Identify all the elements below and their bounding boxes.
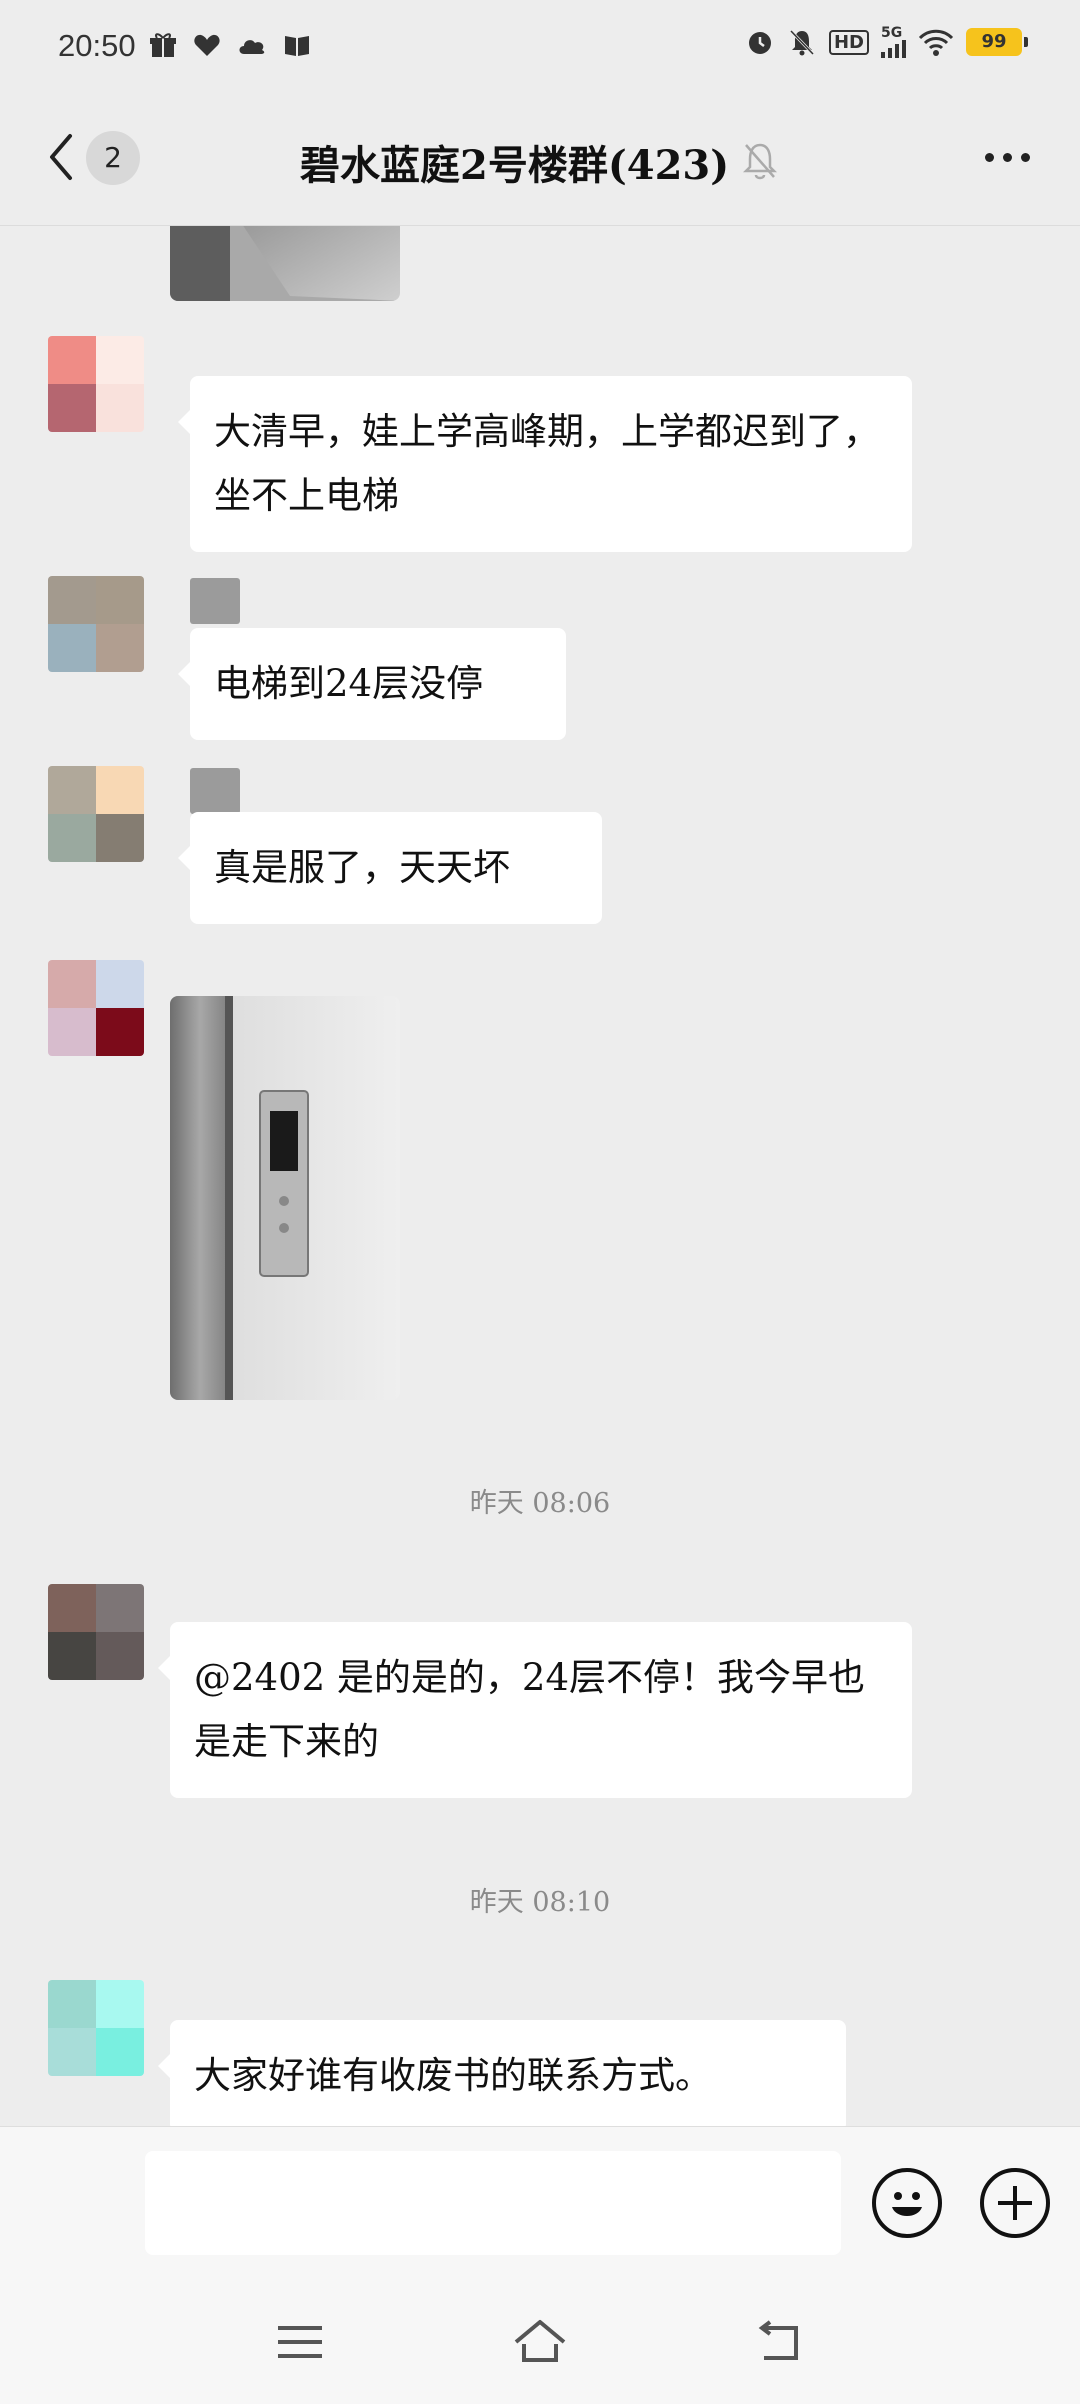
message-bubble[interactable]: 大清早，娃上学高峰期，上学都迟到了，坐不上电梯 xyxy=(178,376,912,552)
timestamp: 昨天 08:06 xyxy=(469,1488,611,1519)
more-icon-dot xyxy=(985,153,994,162)
more-options-button[interactable] xyxy=(985,153,1030,162)
bell-off-icon xyxy=(742,143,778,180)
message-bubble[interactable]: 大家好谁有收废书的联系方式。 xyxy=(158,2020,846,2126)
message-bubble[interactable]: 真是服了，天天坏 xyxy=(178,812,602,924)
hd-badge: HD xyxy=(828,29,869,55)
mute-bell-icon xyxy=(789,29,815,56)
message-list[interactable]: 大清早，娃上学高峰期，上学都迟到了，坐不上电梯 电梯到24层没停 真是服了，天天… xyxy=(0,226,1080,2126)
more-icon-dot xyxy=(1003,153,1012,162)
emoji-button[interactable] xyxy=(872,2168,942,2238)
battery-icon: 99 xyxy=(966,28,1028,56)
gift-icon xyxy=(150,33,176,57)
chat-title[interactable]: 碧水蓝庭2号楼群(423) xyxy=(300,133,729,191)
network-type: 5G xyxy=(881,25,903,41)
back-button[interactable] xyxy=(36,127,86,187)
image-message[interactable] xyxy=(170,226,400,301)
menu-icon[interactable] xyxy=(270,2314,330,2370)
heart-icon xyxy=(194,34,220,56)
chat-header: 2 碧水蓝庭2号楼群(423) xyxy=(0,95,1080,226)
elevator-call-panel-photo xyxy=(170,996,400,1400)
book-icon xyxy=(285,36,309,56)
system-navigation-bar xyxy=(0,2278,1080,2404)
input-bar xyxy=(0,2126,1080,2279)
chevron-left-icon xyxy=(50,134,72,180)
unread-count-badge[interactable]: 2 xyxy=(86,131,140,185)
cloud-icon xyxy=(239,40,265,54)
avatar[interactable] xyxy=(48,1584,144,1680)
wifi-icon xyxy=(918,29,954,56)
avatar[interactable] xyxy=(48,576,144,672)
home-icon[interactable] xyxy=(510,2314,570,2370)
message-bubble[interactable]: 电梯到24层没停 xyxy=(178,628,566,740)
more-icon-dot xyxy=(1021,153,1030,162)
plus-icon xyxy=(998,2186,1032,2220)
alarm-icon xyxy=(748,32,771,54)
sender-name xyxy=(190,578,240,624)
avatar[interactable] xyxy=(48,960,144,1056)
avatar[interactable] xyxy=(48,766,144,862)
return-icon[interactable] xyxy=(750,2314,810,2370)
status-time: 20:50 xyxy=(58,28,136,63)
status-bar: 20:50 HD 5G 99 xyxy=(0,0,1080,95)
smiley-icon xyxy=(892,2192,922,2216)
elevator-photo xyxy=(170,226,400,301)
timestamp: 昨天 08:10 xyxy=(469,1887,611,1918)
signal-icon: 5G xyxy=(881,26,906,58)
status-notification-icons xyxy=(148,30,312,60)
more-functions-button[interactable] xyxy=(980,2168,1050,2238)
avatar[interactable] xyxy=(48,1980,144,2076)
sender-name xyxy=(190,768,240,814)
avatar[interactable] xyxy=(48,336,144,432)
message-input[interactable] xyxy=(145,2151,841,2255)
image-message[interactable] xyxy=(170,996,400,1400)
status-system-icons: HD 5G 99 xyxy=(745,26,1028,58)
message-bubble[interactable]: @2402 是的是的，24层不停！我今早也是走下来的 xyxy=(158,1622,912,1798)
